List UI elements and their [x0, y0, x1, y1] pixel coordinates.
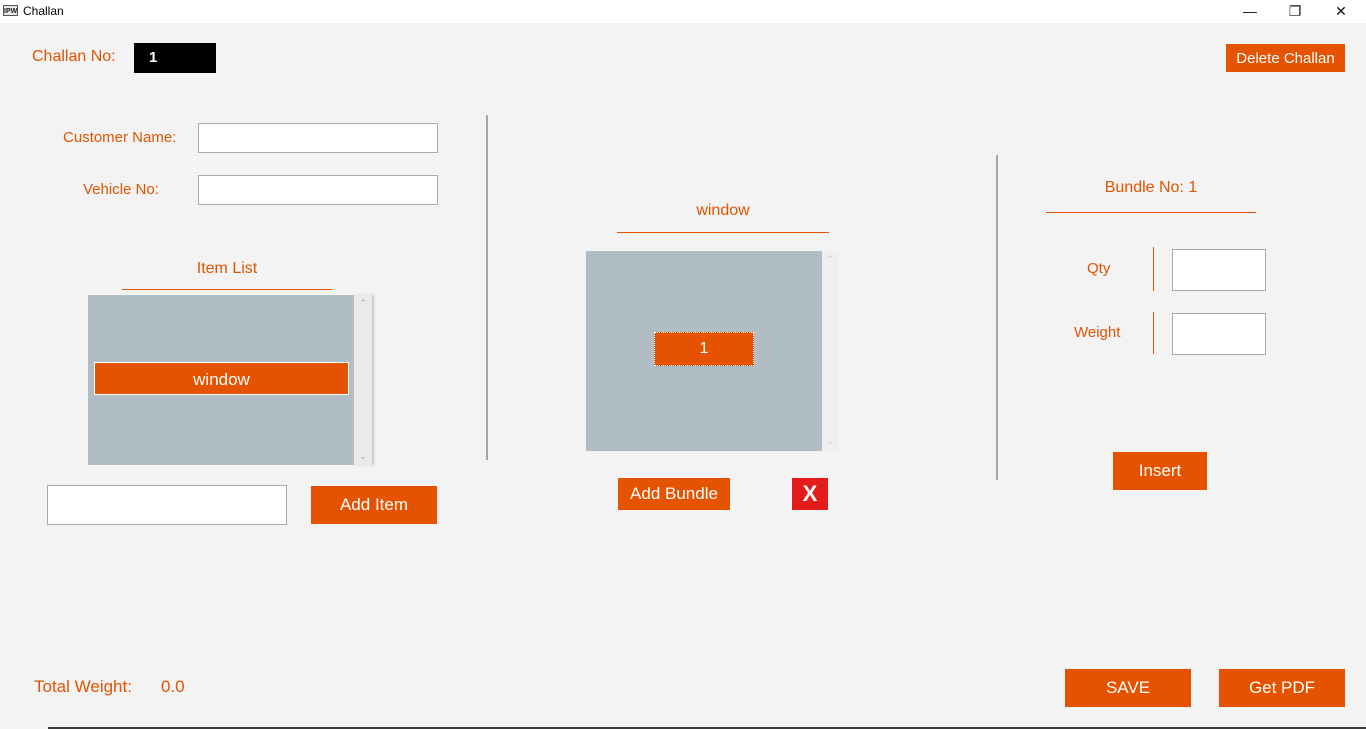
save-button[interactable]: SAVE [1065, 669, 1191, 707]
window-title: Challan [23, 4, 64, 18]
weight-label: Weight [1074, 324, 1121, 341]
vehicle-no-input[interactable] [198, 175, 438, 205]
bundle-list-entry[interactable]: 1 [654, 332, 754, 366]
divider-right [996, 155, 998, 480]
delete-challan-button[interactable]: Delete Challan [1226, 44, 1345, 72]
close-button[interactable]: ✕ [1318, 0, 1364, 23]
add-item-button[interactable]: Add Item [311, 486, 437, 524]
customer-name-input[interactable] [198, 123, 438, 153]
item-list-scrollbar[interactable]: ⌃ ⌄ [354, 295, 372, 465]
scroll-down-arrow-icon[interactable]: ⌄ [822, 436, 838, 447]
challan-no-label: Challan No: [32, 48, 116, 65]
bundle-list-scrollbar[interactable]: ⌃ ⌄ [822, 251, 838, 451]
challan-no-value[interactable]: 1 [134, 43, 216, 73]
divider-left [486, 115, 488, 460]
qty-input[interactable] [1172, 249, 1266, 291]
minimize-button[interactable]: — [1227, 0, 1273, 23]
qty-separator [1153, 247, 1154, 291]
get-pdf-button[interactable]: Get PDF [1219, 669, 1345, 707]
qty-label: Qty [1087, 260, 1111, 277]
app-icon: IPW [3, 5, 18, 16]
scroll-up-arrow-icon[interactable]: ⌃ [822, 254, 838, 265]
scroll-down-arrow-icon[interactable]: ⌄ [354, 451, 372, 462]
restore-button[interactable]: ❐ [1272, 0, 1318, 23]
scroll-up-arrow-icon[interactable]: ⌃ [354, 298, 372, 309]
total-weight-value: 0.0 [161, 677, 185, 696]
bundle-no-underline [1046, 212, 1256, 213]
title-bar: IPW Challan — ❐ ✕ [0, 0, 1366, 23]
add-bundle-button[interactable]: Add Bundle [618, 478, 730, 510]
item-listbox[interactable]: window [88, 295, 354, 465]
total-weight-label: Total Weight: [34, 677, 132, 696]
item-list-heading: Item List [196, 260, 258, 277]
insert-button[interactable]: Insert [1113, 452, 1207, 490]
bundle-listbox[interactable]: 1 [586, 251, 822, 451]
vehicle-no-label: Vehicle No: [83, 181, 159, 198]
item-list-underline [122, 289, 332, 290]
weight-separator [1153, 312, 1154, 354]
bundle-list-heading: window [696, 202, 750, 219]
bundle-no-heading: Bundle No: 1 [1104, 179, 1198, 196]
item-list-entry[interactable]: window [94, 362, 349, 395]
new-item-input[interactable] [47, 485, 287, 525]
weight-input[interactable] [1172, 313, 1266, 355]
bundle-list-underline [617, 232, 829, 233]
customer-name-label: Customer Name: [63, 129, 177, 146]
remove-bundle-button[interactable]: X [792, 478, 828, 510]
